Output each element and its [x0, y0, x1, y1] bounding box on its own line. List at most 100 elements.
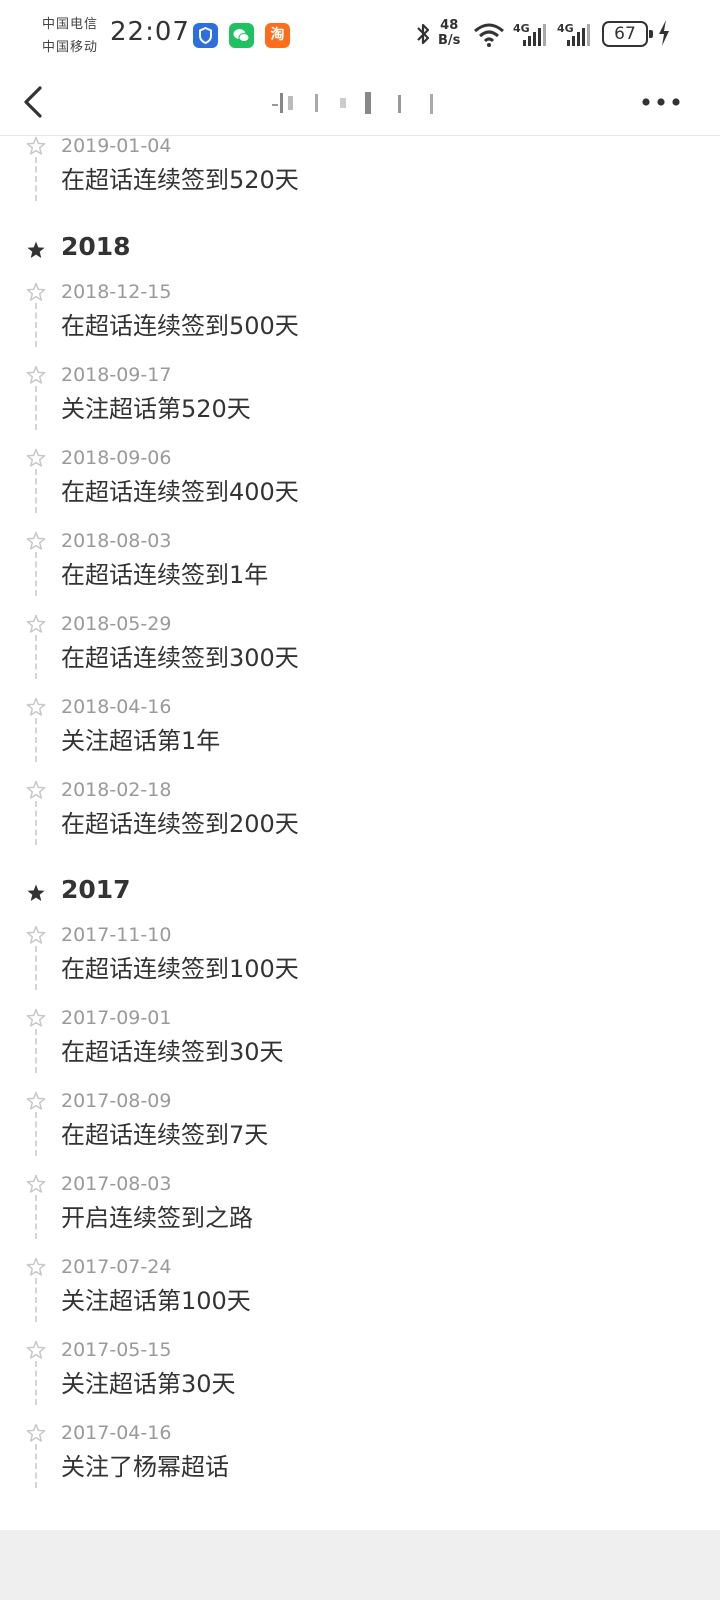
entry-date: 2017-05-15 [61, 1339, 172, 1361]
entry-title: 关注超话第520天 [61, 395, 251, 423]
clock: 22:07 [110, 17, 190, 47]
network-speed: 48 B/s [438, 18, 460, 48]
timeline-entry[interactable]: 2018-05-29 在超话连续签到300天 [0, 613, 720, 698]
star-outline-icon [26, 1257, 46, 1276]
entry-title: 在超话连续签到520天 [61, 166, 299, 194]
signal-4g-icon-2: 4G [557, 22, 590, 46]
timeline-entry[interactable]: 2018-12-15 在超话连续签到500天 [0, 281, 720, 366]
entry-date: 2018-09-17 [61, 364, 172, 386]
wifi-icon [474, 23, 504, 47]
timeline-entry[interactable]: 2018-09-06 在超话连续签到400天 [0, 447, 720, 532]
timeline-dashed-line [35, 1444, 37, 1488]
timeline: 2019-01-04 在超话连续签到520天 2018 2018-12-15 在… [0, 136, 720, 1530]
entry-date: 2017-08-09 [61, 1090, 172, 1112]
entry-date: 2018-08-03 [61, 530, 172, 552]
timeline-dashed-line [35, 635, 37, 679]
timeline-dashed-line [35, 469, 37, 513]
star-outline-icon [26, 1423, 46, 1442]
entry-title: 关注超话第100天 [61, 1287, 251, 1315]
entry-title: 在超话连续签到400天 [61, 478, 299, 506]
wechat-icon [229, 23, 254, 48]
footer-area [0, 1530, 720, 1600]
entry-date: 2017-04-16 [61, 1422, 172, 1444]
signal-4g-icon-1: 4G [513, 22, 546, 46]
entry-title: 在超话连续签到100天 [61, 955, 299, 983]
star-outline-icon [26, 365, 46, 384]
more-icon[interactable] [640, 94, 684, 110]
entry-title: 开启连续签到之路 [61, 1204, 253, 1232]
taobao-icon: 淘 [265, 23, 290, 48]
timeline-dashed-line [35, 303, 37, 347]
charging-icon [659, 20, 669, 46]
timeline-entry[interactable]: 2017-08-03 开启连续签到之路 [0, 1173, 720, 1258]
timeline-dashed-line [35, 946, 37, 990]
year-header: 2018 [0, 230, 720, 270]
timeline-dashed-line [35, 1361, 37, 1405]
year-label: 2018 [61, 232, 131, 261]
star-outline-icon [26, 282, 46, 301]
network-speed-unit: B/s [438, 33, 461, 48]
page-title-redacted [272, 92, 433, 114]
entry-date: 2018-02-18 [61, 779, 172, 801]
star-outline-icon [26, 925, 46, 944]
star-outline-icon [26, 697, 46, 716]
entry-date: 2017-09-01 [61, 1007, 172, 1029]
entry-date: 2018-04-16 [61, 696, 172, 718]
star-filled-icon [27, 884, 45, 901]
entry-date: 2017-11-10 [61, 924, 172, 946]
timeline-dashed-line [35, 386, 37, 430]
entry-date: 2018-05-29 [61, 613, 172, 635]
timeline-entry[interactable]: 2017-07-24 关注超话第100天 [0, 1256, 720, 1341]
bluetooth-icon [417, 23, 430, 45]
star-outline-icon [26, 1008, 46, 1027]
timeline-entry[interactable]: 2019-01-04 在超话连续签到520天 [0, 136, 720, 220]
carrier-label-2: 中国移动 [42, 40, 99, 55]
star-filled-icon [27, 241, 45, 258]
entry-title: 在超话连续签到7天 [61, 1121, 269, 1149]
star-outline-icon [26, 780, 46, 799]
entry-title: 在超话连续签到30天 [61, 1038, 284, 1066]
star-outline-icon [26, 1340, 46, 1359]
back-arrow-icon[interactable] [18, 82, 48, 122]
entry-title: 关注了杨幂超话 [61, 1453, 229, 1481]
entry-title: 在超话连续签到200天 [61, 810, 299, 838]
timeline-dashed-line [35, 1195, 37, 1239]
timeline-entry[interactable]: 2018-08-03 在超话连续签到1年 [0, 530, 720, 615]
timeline-dashed-line [35, 552, 37, 596]
entry-title: 在超话连续签到500天 [61, 312, 299, 340]
year-label: 2017 [61, 875, 131, 904]
nav-bar [0, 70, 720, 136]
entry-date: 2017-07-24 [61, 1256, 172, 1278]
svg-text:4G: 4G [513, 22, 530, 35]
timeline-entry[interactable]: 2017-04-16 关注了杨幂超话 [0, 1422, 720, 1507]
timeline-dashed-line [35, 718, 37, 762]
timeline-entry[interactable]: 2017-05-15 关注超话第30天 [0, 1339, 720, 1424]
timeline-entry[interactable]: 2018-02-18 在超话连续签到200天 [0, 779, 720, 864]
star-outline-icon [26, 1174, 46, 1193]
status-bar: 中国电信 中国移动 22:07 淘 48 B/s 4G 4G 67 [0, 0, 720, 70]
timeline-dashed-line [35, 801, 37, 845]
entry-date: 2019-01-04 [61, 136, 172, 157]
timeline-dashed-line [35, 1278, 37, 1322]
entry-title: 关注超话第30天 [61, 1370, 236, 1398]
entry-title: 关注超话第1年 [61, 727, 221, 755]
timeline-dashed-line [35, 1029, 37, 1073]
timeline-dashed-line [35, 157, 37, 201]
battery-level: 67 [602, 21, 648, 47]
timeline-entry[interactable]: 2018-04-16 关注超话第1年 [0, 696, 720, 781]
year-header: 2017 [0, 873, 720, 913]
star-outline-icon [26, 448, 46, 467]
entry-date: 2018-12-15 [61, 281, 172, 303]
star-outline-icon [26, 1091, 46, 1110]
star-outline-icon [26, 531, 46, 550]
carrier-label-1: 中国电信 [42, 17, 99, 32]
star-outline-icon [26, 136, 46, 155]
timeline-entry[interactable]: 2017-08-09 在超话连续签到7天 [0, 1090, 720, 1175]
timeline-entry[interactable]: 2017-09-01 在超话连续签到30天 [0, 1007, 720, 1092]
svg-text:4G: 4G [557, 22, 574, 35]
entry-date: 2017-08-03 [61, 1173, 172, 1195]
network-speed-value: 48 [440, 18, 459, 33]
timeline-entry[interactable]: 2018-09-17 关注超话第520天 [0, 364, 720, 449]
battery-tip [649, 30, 653, 38]
timeline-entry[interactable]: 2017-11-10 在超话连续签到100天 [0, 924, 720, 1009]
